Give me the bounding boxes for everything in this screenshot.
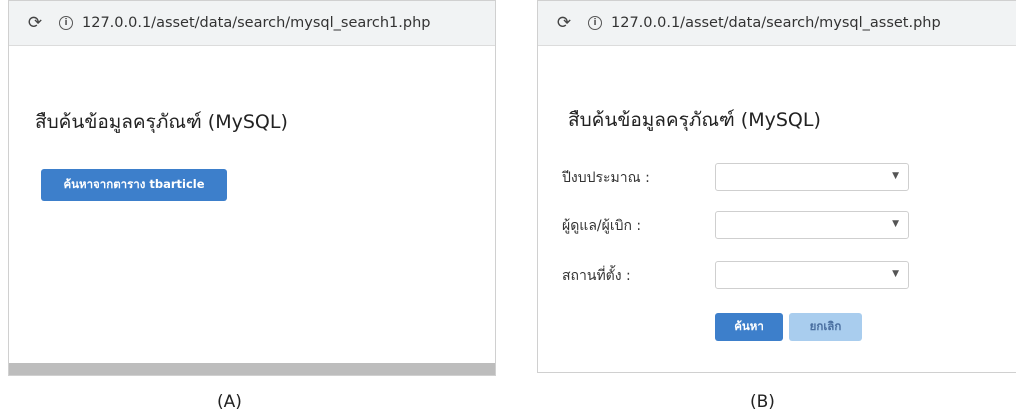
info-icon[interactable]: i: [588, 16, 602, 30]
chevron-down-icon: ▼: [892, 219, 899, 229]
page-title: สืบค้นข้อมูลครุภัณฑ์ (MySQL): [568, 109, 821, 131]
search-tbarticle-button[interactable]: ค้นหาจากตาราง tbarticle: [41, 169, 227, 201]
reload-icon[interactable]: ⟳: [554, 13, 574, 33]
url-text[interactable]: 127.0.0.1/asset/data/search/mysql_asset.…: [611, 15, 941, 31]
address-bar[interactable]: ⟳ i 127.0.0.1/asset/data/search/mysql_se…: [9, 1, 495, 46]
cancel-button[interactable]: ยกเลิก: [789, 313, 862, 341]
info-icon[interactable]: i: [59, 16, 73, 30]
location-label: สถานที่ตั้ง :: [562, 268, 631, 284]
address-bar[interactable]: ⟳ i 127.0.0.1/asset/data/search/mysql_as…: [538, 1, 1016, 46]
search-button[interactable]: ค้นหา: [715, 313, 783, 341]
browser-window-b: ⟳ i 127.0.0.1/asset/data/search/mysql_as…: [537, 0, 1016, 373]
page-title: สืบค้นข้อมูลครุภัณฑ์ (MySQL): [35, 111, 288, 133]
custodian-select[interactable]: ▼: [715, 211, 909, 239]
fiscal-year-select[interactable]: ▼: [715, 163, 909, 191]
location-select[interactable]: ▼: [715, 261, 909, 289]
url-text[interactable]: 127.0.0.1/asset/data/search/mysql_search…: [82, 15, 431, 31]
scrollbar-track[interactable]: [9, 363, 495, 375]
caption-b: (B): [750, 392, 775, 412]
fiscal-year-label: ปีงบประมาณ :: [562, 170, 650, 186]
chevron-down-icon: ▼: [892, 269, 899, 279]
browser-window-a: ⟳ i 127.0.0.1/asset/data/search/mysql_se…: [8, 0, 496, 376]
custodian-label: ผู้ดูแล/ผู้เบิก :: [562, 218, 642, 234]
reload-icon[interactable]: ⟳: [25, 13, 45, 33]
chevron-down-icon: ▼: [892, 171, 899, 181]
caption-a: (A): [217, 392, 242, 412]
